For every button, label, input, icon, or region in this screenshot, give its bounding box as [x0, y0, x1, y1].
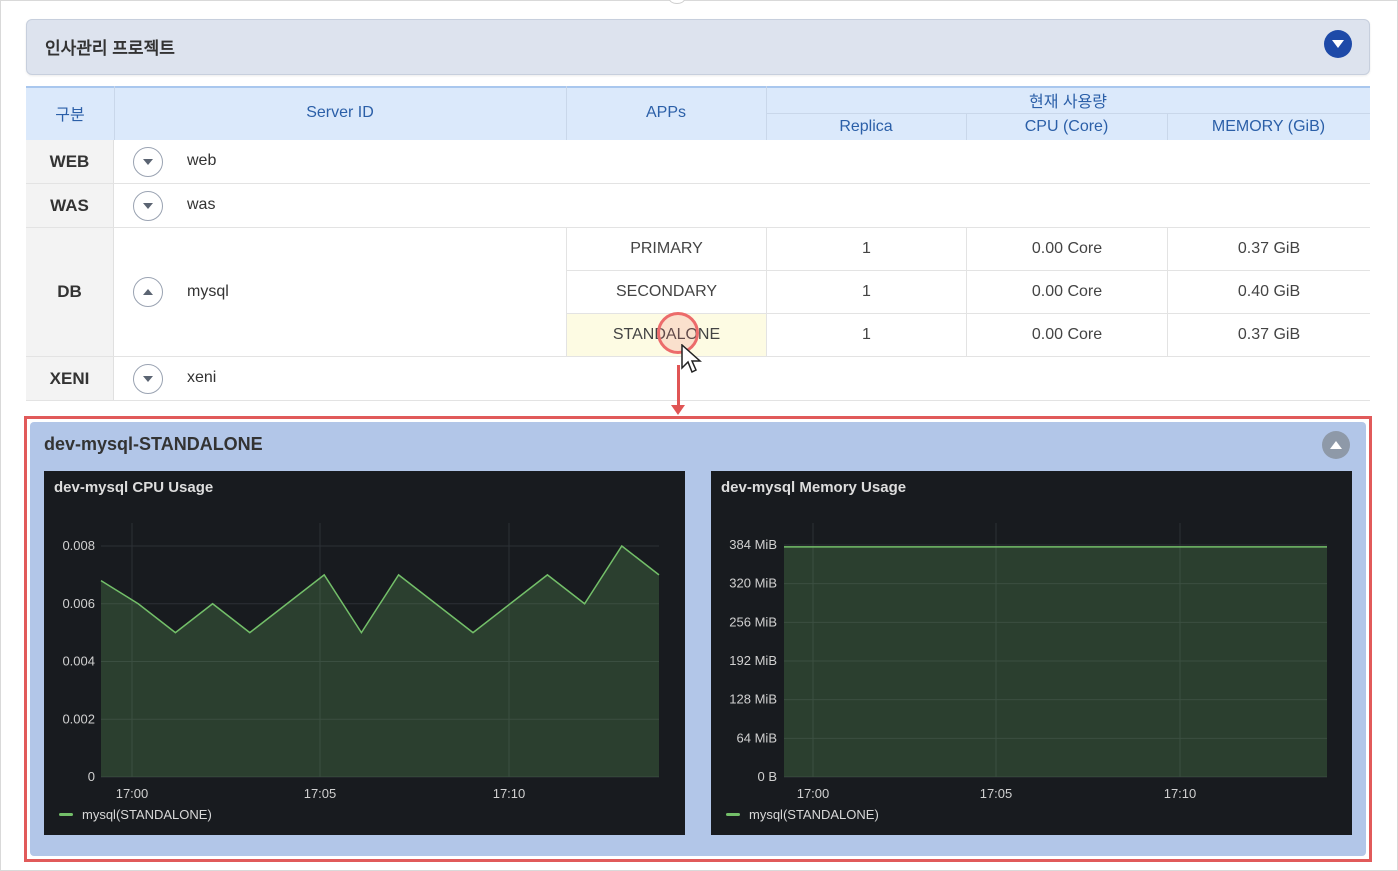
project-title: 인사관리 프로젝트: [45, 39, 175, 58]
expand-button[interactable]: [133, 147, 163, 177]
cpu-usage-panel: dev-mysql CPU Usage 0.008 0.006 0.004 0.002…: [44, 471, 685, 835]
x-tick-label: 17:00: [797, 786, 830, 801]
y-tick-label: 256 MiB: [729, 614, 777, 629]
cpu-legend-label: mysql(STANDALONE): [82, 807, 212, 822]
x-tick-label: 17:00: [116, 786, 149, 801]
group-cell: WAS: [26, 184, 114, 227]
table-row: WAS was: [26, 184, 1370, 228]
server-name: web: [187, 152, 217, 169]
header-replica: Replica: [839, 117, 893, 135]
cpu-value: 0.00 Core: [1031, 326, 1103, 343]
detail-collapse-button[interactable]: [1322, 431, 1350, 459]
cpu-legend[interactable]: mysql(STANDALONE): [59, 807, 212, 822]
replica-value: 1: [862, 283, 871, 300]
x-tick-label: 17:10: [1164, 786, 1197, 801]
series-area: [784, 546, 1327, 777]
replica-value: 1: [862, 326, 871, 343]
x-tick-label: 17:10: [493, 786, 526, 801]
series-area: [101, 546, 659, 777]
connector-arrow: [677, 365, 680, 410]
legend-swatch: [726, 813, 740, 816]
header-apps: APPs: [645, 104, 686, 121]
project-header[interactable]: 인사관리 프로젝트: [26, 19, 1370, 75]
header-server-id: Server ID: [306, 104, 374, 121]
memory-value: 0.40 GiB: [1237, 283, 1301, 300]
y-tick-label: 0.004: [62, 654, 95, 669]
server-name: mysql: [187, 283, 229, 300]
y-tick-label: 64 MiB: [737, 730, 777, 745]
y-tick-label: 0: [88, 769, 95, 784]
server-name: was: [187, 196, 216, 213]
chevron-down-icon: [1332, 40, 1344, 48]
project-collapse-button[interactable]: [1324, 30, 1352, 58]
mouse-cursor-icon: [681, 344, 702, 374]
caret-down-icon: [143, 159, 153, 165]
y-tick-label: 320 MiB: [729, 576, 777, 591]
y-tick-label: 0.006: [62, 596, 95, 611]
header-group: 구분: [55, 107, 85, 124]
header-memory: MEMORY (GiB): [1211, 117, 1326, 135]
detail-panel: dev-mysql-STANDALONE dev-mysql CPU Usage…: [30, 422, 1366, 856]
collapse-button[interactable]: [133, 277, 163, 307]
x-tick-label: 17:05: [304, 786, 337, 801]
cpu-chart: 0.008 0.006 0.004 0.002 0 17:00 17:05 17:10: [62, 523, 660, 801]
y-tick-label: 0.002: [62, 711, 95, 726]
detail-title: dev-mysql-STANDALONE: [44, 434, 263, 454]
replica-value: 1: [862, 240, 871, 257]
chevron-up-icon: [1330, 441, 1342, 449]
memory-value: 0.37 GiB: [1237, 326, 1301, 343]
memory-legend[interactable]: mysql(STANDALONE): [726, 807, 879, 822]
memory-chart: 384 MiB 320 MiB 256 MiB 192 MiB 128 MiB 64 Mi…: [729, 523, 1327, 801]
y-tick-label: 192 MiB: [729, 653, 777, 668]
caret-up-icon: [143, 289, 153, 295]
group-cell: XENI: [26, 357, 114, 400]
caret-down-icon: [143, 203, 153, 209]
expand-button[interactable]: [133, 191, 163, 221]
server-name: xeni: [187, 369, 217, 386]
detail-highlight-box: dev-mysql-STANDALONE dev-mysql CPU Usage…: [24, 416, 1372, 862]
cpu-value: 0.00 Core: [1031, 240, 1103, 257]
memory-value: 0.37 GiB: [1237, 240, 1301, 257]
y-tick-label: 0.008: [62, 538, 95, 553]
x-tick-label: 17:05: [980, 786, 1013, 801]
legend-swatch: [59, 813, 73, 816]
group-cell: WEB: [26, 140, 114, 183]
cpu-value: 0.00 Core: [1031, 283, 1103, 300]
y-tick-label: 384 MiB: [729, 537, 777, 552]
table-row: WEB web: [26, 140, 1370, 184]
memory-usage-panel: dev-mysql Memory Usage 384 MiB 320 MiB 256…: [711, 471, 1352, 835]
y-tick-label: 0 B: [757, 769, 777, 784]
expand-button[interactable]: [133, 364, 163, 394]
group-cell: DB: [26, 228, 114, 356]
header-cpu: CPU (Core): [1024, 117, 1109, 135]
header-current-usage: 현재 사용량: [1028, 93, 1108, 111]
memory-legend-label: mysql(STANDALONE): [749, 807, 879, 822]
caret-down-icon: [143, 376, 153, 382]
y-tick-label: 128 MiB: [729, 692, 777, 707]
arrow-head-icon: [671, 405, 685, 415]
app-name-secondary[interactable]: SECONDARY: [567, 271, 766, 313]
app-name-primary[interactable]: PRIMARY: [567, 228, 766, 270]
